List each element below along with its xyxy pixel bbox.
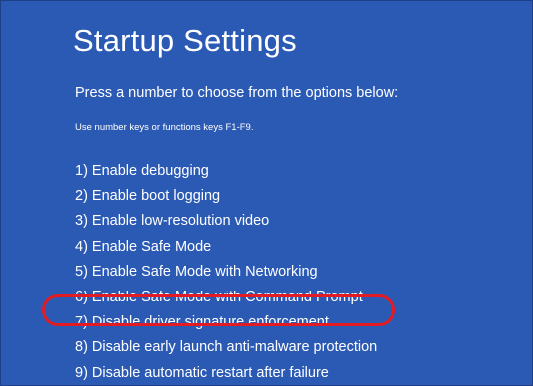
key-hint-text: Use number keys or functions keys F1-F9. bbox=[75, 122, 254, 133]
option-safe-mode-networking[interactable]: 5) Enable Safe Mode with Networking bbox=[75, 260, 377, 285]
startup-settings-screen: Startup Settings Press a number to choos… bbox=[0, 0, 533, 386]
startup-options-list: 1) Enable debugging 2) Enable boot loggi… bbox=[75, 159, 377, 386]
instruction-text: Press a number to choose from the option… bbox=[75, 85, 399, 101]
option-enable-low-resolution-video[interactable]: 3) Enable low-resolution video bbox=[75, 209, 377, 234]
option-disable-driver-signature-enforcement[interactable]: 7) Disable driver signature enforcement bbox=[75, 310, 377, 335]
option-enable-debugging[interactable]: 1) Enable debugging bbox=[75, 159, 377, 184]
option-disable-automatic-restart[interactable]: 9) Disable automatic restart after failu… bbox=[75, 361, 377, 386]
option-disable-early-launch-anti-malware[interactable]: 8) Disable early launch anti-malware pro… bbox=[75, 335, 377, 360]
screenshot-crop-seam bbox=[1, 287, 532, 291]
option-enable-safe-mode[interactable]: 4) Enable Safe Mode bbox=[75, 235, 377, 260]
option-enable-boot-logging[interactable]: 2) Enable boot logging bbox=[75, 184, 377, 209]
page-title: Startup Settings bbox=[73, 23, 297, 58]
